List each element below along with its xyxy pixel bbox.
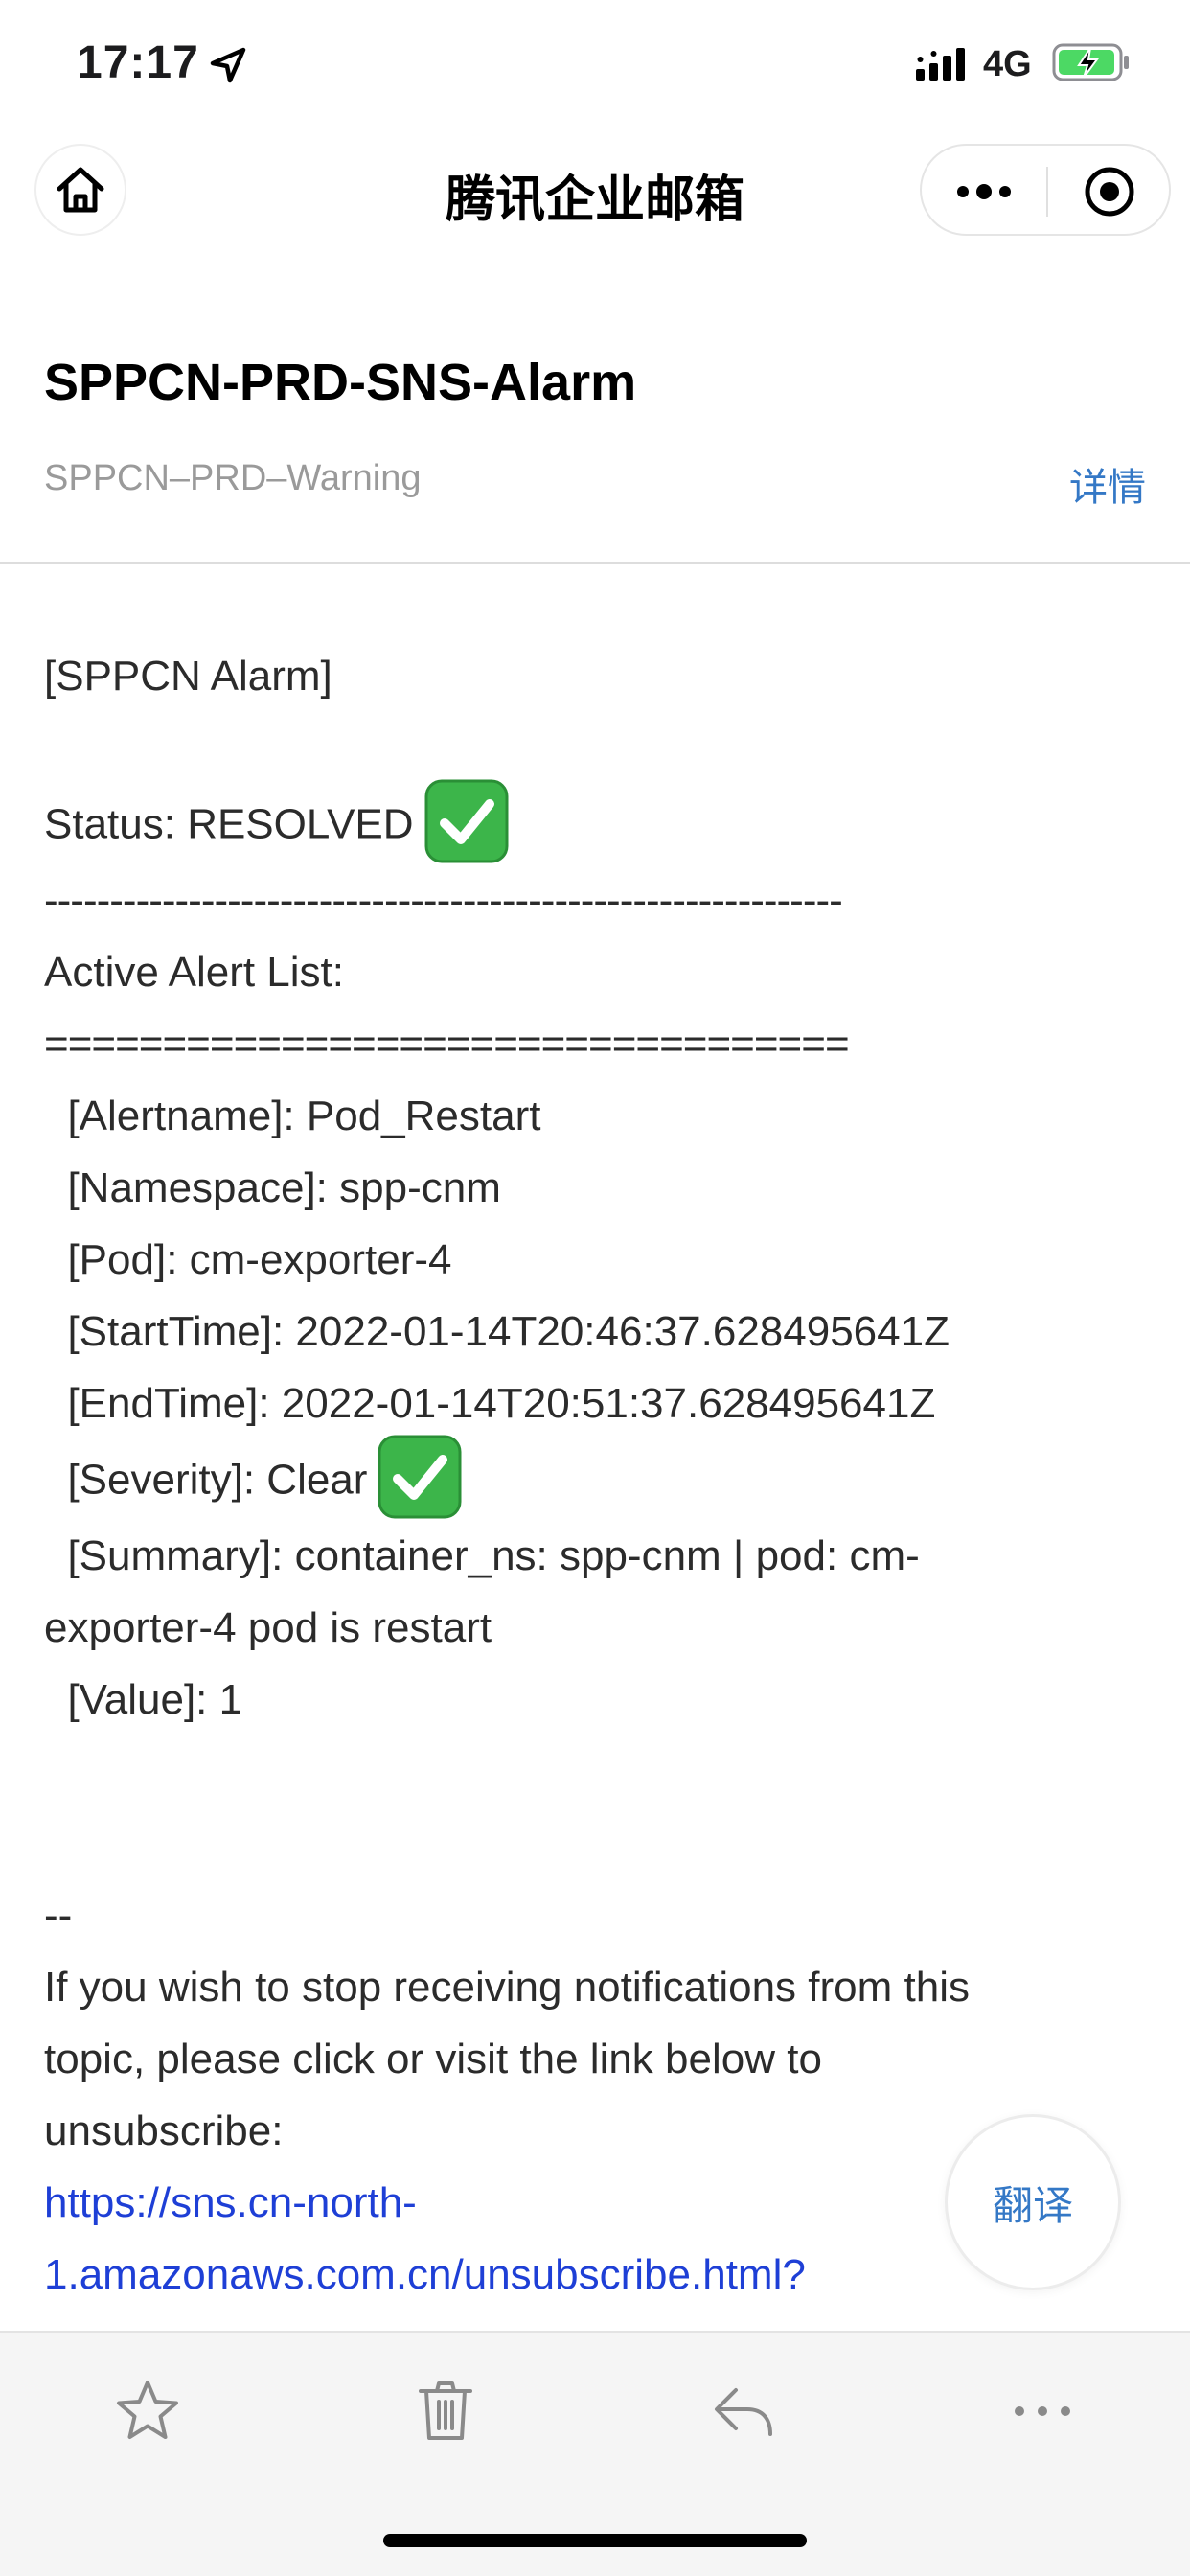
check-mark-icon (378, 1435, 462, 1519)
status-line: Status: RESOLVED (44, 779, 1117, 864)
status-text: Status: RESOLVED (44, 800, 414, 848)
unsubscribe-link-line-2[interactable]: 1.amazonaws.com.cn/unsubscribe.html? (44, 2239, 1117, 2311)
home-indicator (383, 2534, 807, 2547)
list-title: Active Alert List: (44, 949, 345, 996)
eq-separator: ================================== (44, 1021, 850, 1068)
mail-body: [SPPCN Alarm] Status: RESOLVED ---------… (44, 640, 1117, 2311)
end-time-line: [EndTime]: 2022-01-14T20:51:37.628495641… (44, 1380, 936, 1427)
nav-bar: 腾讯企业邮箱 (0, 134, 1190, 249)
value-line: [Value]: 1 (44, 1676, 243, 1723)
translate-button[interactable]: 翻译 (945, 2114, 1121, 2290)
unsubscribe-line-3: unsubscribe: (44, 2107, 284, 2154)
mail-sender: SPPCN–PRD–Warning (44, 458, 422, 498)
details-link[interactable]: 详情 (1069, 456, 1146, 512)
summary-line-1: [Summary]: container_ns: spp-cnm | pod: … (44, 1532, 920, 1579)
unsubscribe-line-1: If you wish to stop receiving notificati… (44, 1964, 970, 2011)
start-time-line: [StartTime]: 2022-01-14T20:46:37.6284956… (44, 1308, 950, 1355)
more-dots-icon (1015, 2406, 1070, 2416)
trash-icon (419, 2381, 472, 2440)
battery-charging-icon (1052, 43, 1129, 81)
check-mark-icon (424, 779, 509, 863)
network-label: 4G (983, 44, 1032, 84)
status-bar: 17:17 4G (0, 0, 1190, 134)
unsubscribe-line-2: topic, please click or visit the link be… (44, 2036, 822, 2082)
severity-text: [Severity]: Clear (44, 1456, 368, 1504)
more-dots-icon (957, 184, 1011, 199)
summary-line-2: exporter-4 pod is restart (44, 1604, 492, 1651)
pod-line: [Pod]: cm-exporter-4 (44, 1236, 452, 1283)
mini-program-capsule (920, 144, 1171, 236)
mail-view-screen: 17:17 4G 腾讯企业邮箱 SPPCN-PRD-SNS-Alarm SPPC… (0, 0, 1190, 2576)
severity-line: [Severity]: Clear (44, 1435, 1117, 1520)
body-header: [SPPCN Alarm] (44, 653, 332, 700)
star-icon (117, 2380, 178, 2439)
alertname-line: [Alertname]: Pod_Restart (44, 1092, 541, 1139)
reply-button[interactable] (705, 2373, 782, 2450)
dash-separator: ----------------------------------------… (44, 877, 843, 924)
signature-line: -- (44, 1892, 73, 1939)
location-arrow-icon (210, 47, 246, 83)
namespace-line: [Namespace]: spp-cnm (44, 1164, 501, 1211)
reply-icon (715, 2388, 772, 2436)
delete-button[interactable] (407, 2373, 484, 2450)
status-time: 17:17 (77, 37, 199, 88)
capsule-more-button[interactable] (922, 146, 1046, 238)
close-circle-icon (1085, 167, 1134, 217)
mail-subject: SPPCN-PRD-SNS-Alarm (44, 354, 637, 411)
signal-icon (916, 48, 965, 80)
header-divider (0, 562, 1190, 564)
capsule-close-button[interactable] (1048, 146, 1171, 238)
more-button[interactable] (1004, 2373, 1081, 2450)
star-button[interactable] (109, 2373, 186, 2450)
